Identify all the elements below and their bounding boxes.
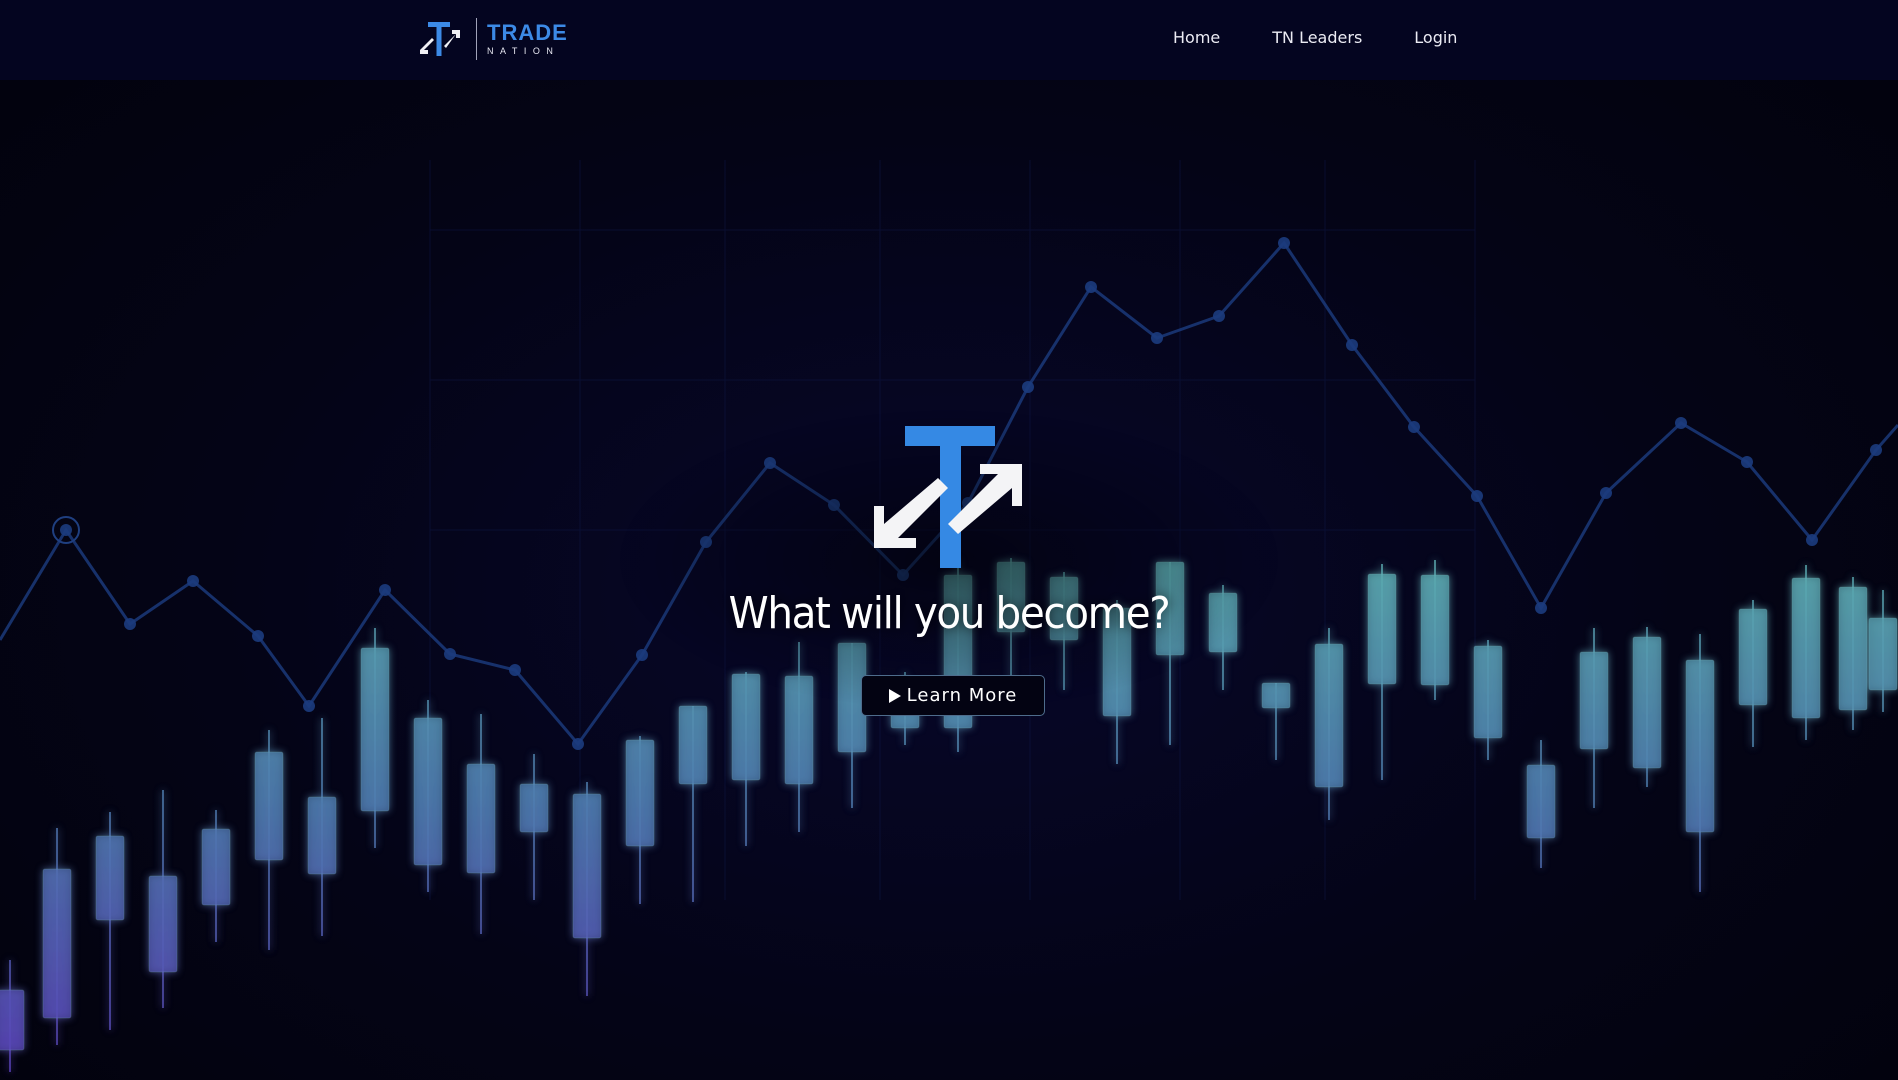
nav-link-tn-leaders[interactable]: TN Leaders — [1272, 28, 1362, 47]
trade-nation-logo-icon — [420, 22, 460, 56]
trade-nation-hero-logo-icon — [874, 426, 1022, 568]
main-nav: Home TN Leaders Login — [1173, 28, 1457, 47]
landing-page: TRADE NATION Home TN Leaders Login What … — [0, 0, 1898, 1080]
hero-section: What will you become? Learn More — [0, 0, 1898, 1080]
nav-link-login[interactable]: Login — [1414, 28, 1457, 47]
learn-more-label: Learn More — [906, 685, 1018, 706]
hero-heading: What will you become? — [728, 588, 1171, 639]
brand-name-trade: TRADE — [487, 20, 568, 45]
brand-name-nation: NATION — [487, 46, 560, 56]
learn-more-button[interactable]: Learn More — [861, 675, 1045, 716]
brand-divider — [476, 18, 477, 60]
play-icon — [888, 688, 901, 703]
nav-link-home[interactable]: Home — [1173, 28, 1220, 47]
top-navbar: TRADE NATION Home TN Leaders Login — [0, 0, 1898, 80]
brand-wordmark: TRADE NATION — [487, 22, 568, 56]
brand-logo[interactable]: TRADE NATION — [418, 16, 568, 62]
